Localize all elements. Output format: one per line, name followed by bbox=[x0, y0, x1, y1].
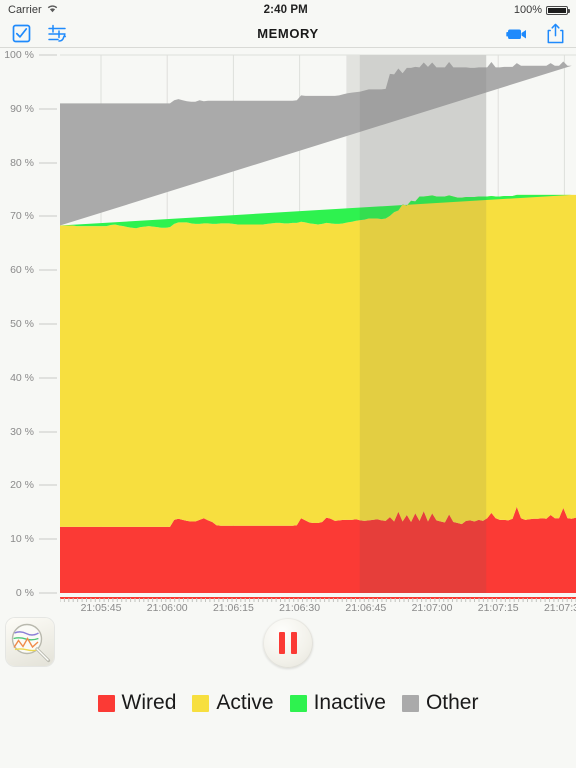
chart-legend: Wired Active Inactive Other bbox=[0, 673, 576, 733]
legend-item[interactable]: Other bbox=[401, 691, 479, 715]
y-axis-tick bbox=[39, 108, 57, 110]
legend-swatch-active bbox=[192, 694, 210, 712]
checkbox-checked-icon[interactable] bbox=[10, 23, 32, 45]
legend-label: Active bbox=[216, 691, 274, 714]
y-axis-label: 0 % bbox=[15, 587, 34, 599]
y-axis-label: 70 % bbox=[10, 210, 34, 223]
pause-icon-bar-left bbox=[279, 632, 285, 654]
x-axis: 21:05:45 21:06:00 21:06:15 21:06:30 21:06:45… bbox=[60, 593, 576, 614]
legend-label: Other bbox=[425, 691, 479, 714]
battery-percent-label: 100% bbox=[513, 4, 542, 16]
y-axis-tick bbox=[39, 484, 57, 486]
legend-item[interactable]: Wired bbox=[97, 691, 177, 715]
battery-full-icon bbox=[546, 5, 570, 15]
carrier-label: Carrier bbox=[8, 4, 42, 16]
status-bar-clock: 2:40 PM bbox=[263, 4, 308, 16]
page-title: MEMORY bbox=[257, 26, 319, 41]
legend-item[interactable]: Inactive bbox=[289, 691, 386, 715]
legend-item[interactable]: Active bbox=[192, 691, 274, 715]
wifi-icon bbox=[47, 4, 58, 16]
y-axis-label: 40 % bbox=[10, 371, 34, 384]
y-axis-tick bbox=[39, 538, 57, 540]
legend-label: Inactive bbox=[313, 691, 386, 714]
y-axis-label: 10 % bbox=[10, 533, 34, 546]
legend-swatch-wired bbox=[97, 694, 115, 712]
y-axis-label: 90 % bbox=[10, 102, 34, 115]
y-axis-label: 100 % bbox=[4, 49, 34, 61]
nav-bar: MEMORY bbox=[0, 20, 576, 48]
legend-label: Wired bbox=[121, 691, 177, 714]
y-axis-label: 60 % bbox=[10, 264, 34, 277]
nav-bar-right-group bbox=[506, 23, 566, 45]
share-icon[interactable] bbox=[544, 23, 566, 45]
y-axis-tick bbox=[39, 431, 57, 433]
stacked-area-svg bbox=[60, 54, 576, 593]
plot-area[interactable] bbox=[60, 48, 576, 593]
status-bar: Carrier 2:40 PM 100% bbox=[0, 0, 576, 20]
nav-bar-left-group bbox=[10, 23, 68, 45]
y-axis-label: 30 % bbox=[10, 425, 34, 438]
y-axis: 100 % 90 % 80 % 70 % 60 % 50 % 40 % 30 % 20 % 10 … bbox=[0, 48, 60, 599]
y-axis-label: 20 % bbox=[10, 479, 34, 492]
bottom-filler bbox=[0, 733, 576, 768]
status-bar-left: Carrier bbox=[8, 4, 58, 16]
y-axis-tick bbox=[39, 54, 57, 56]
x-axis-ruler bbox=[60, 593, 576, 602]
y-axis-tick bbox=[39, 269, 57, 271]
legend-swatch-inactive bbox=[289, 694, 307, 712]
y-axis-label: 50 % bbox=[10, 318, 34, 330]
chart-magnifier-icon[interactable] bbox=[6, 618, 54, 666]
pause-button[interactable] bbox=[263, 618, 313, 668]
bottom-toolbar bbox=[0, 613, 576, 673]
status-bar-right: 100% bbox=[513, 4, 570, 16]
video-camera-icon[interactable] bbox=[506, 23, 528, 45]
pause-icon-bar-right bbox=[291, 632, 297, 654]
legend-swatch-other bbox=[401, 694, 419, 712]
y-axis-label: 80 % bbox=[10, 156, 34, 169]
y-axis-tick bbox=[39, 162, 57, 164]
y-axis-tick bbox=[39, 323, 57, 325]
y-axis-tick bbox=[39, 215, 57, 217]
y-axis-tick bbox=[39, 377, 57, 379]
chart-settings-icon[interactable] bbox=[46, 23, 68, 45]
y-axis-tick bbox=[39, 592, 57, 594]
memory-chart[interactable]: 100 % 90 % 80 % 70 % 60 % 50 % 40 % 30 % 20 % 10 … bbox=[0, 48, 576, 614]
